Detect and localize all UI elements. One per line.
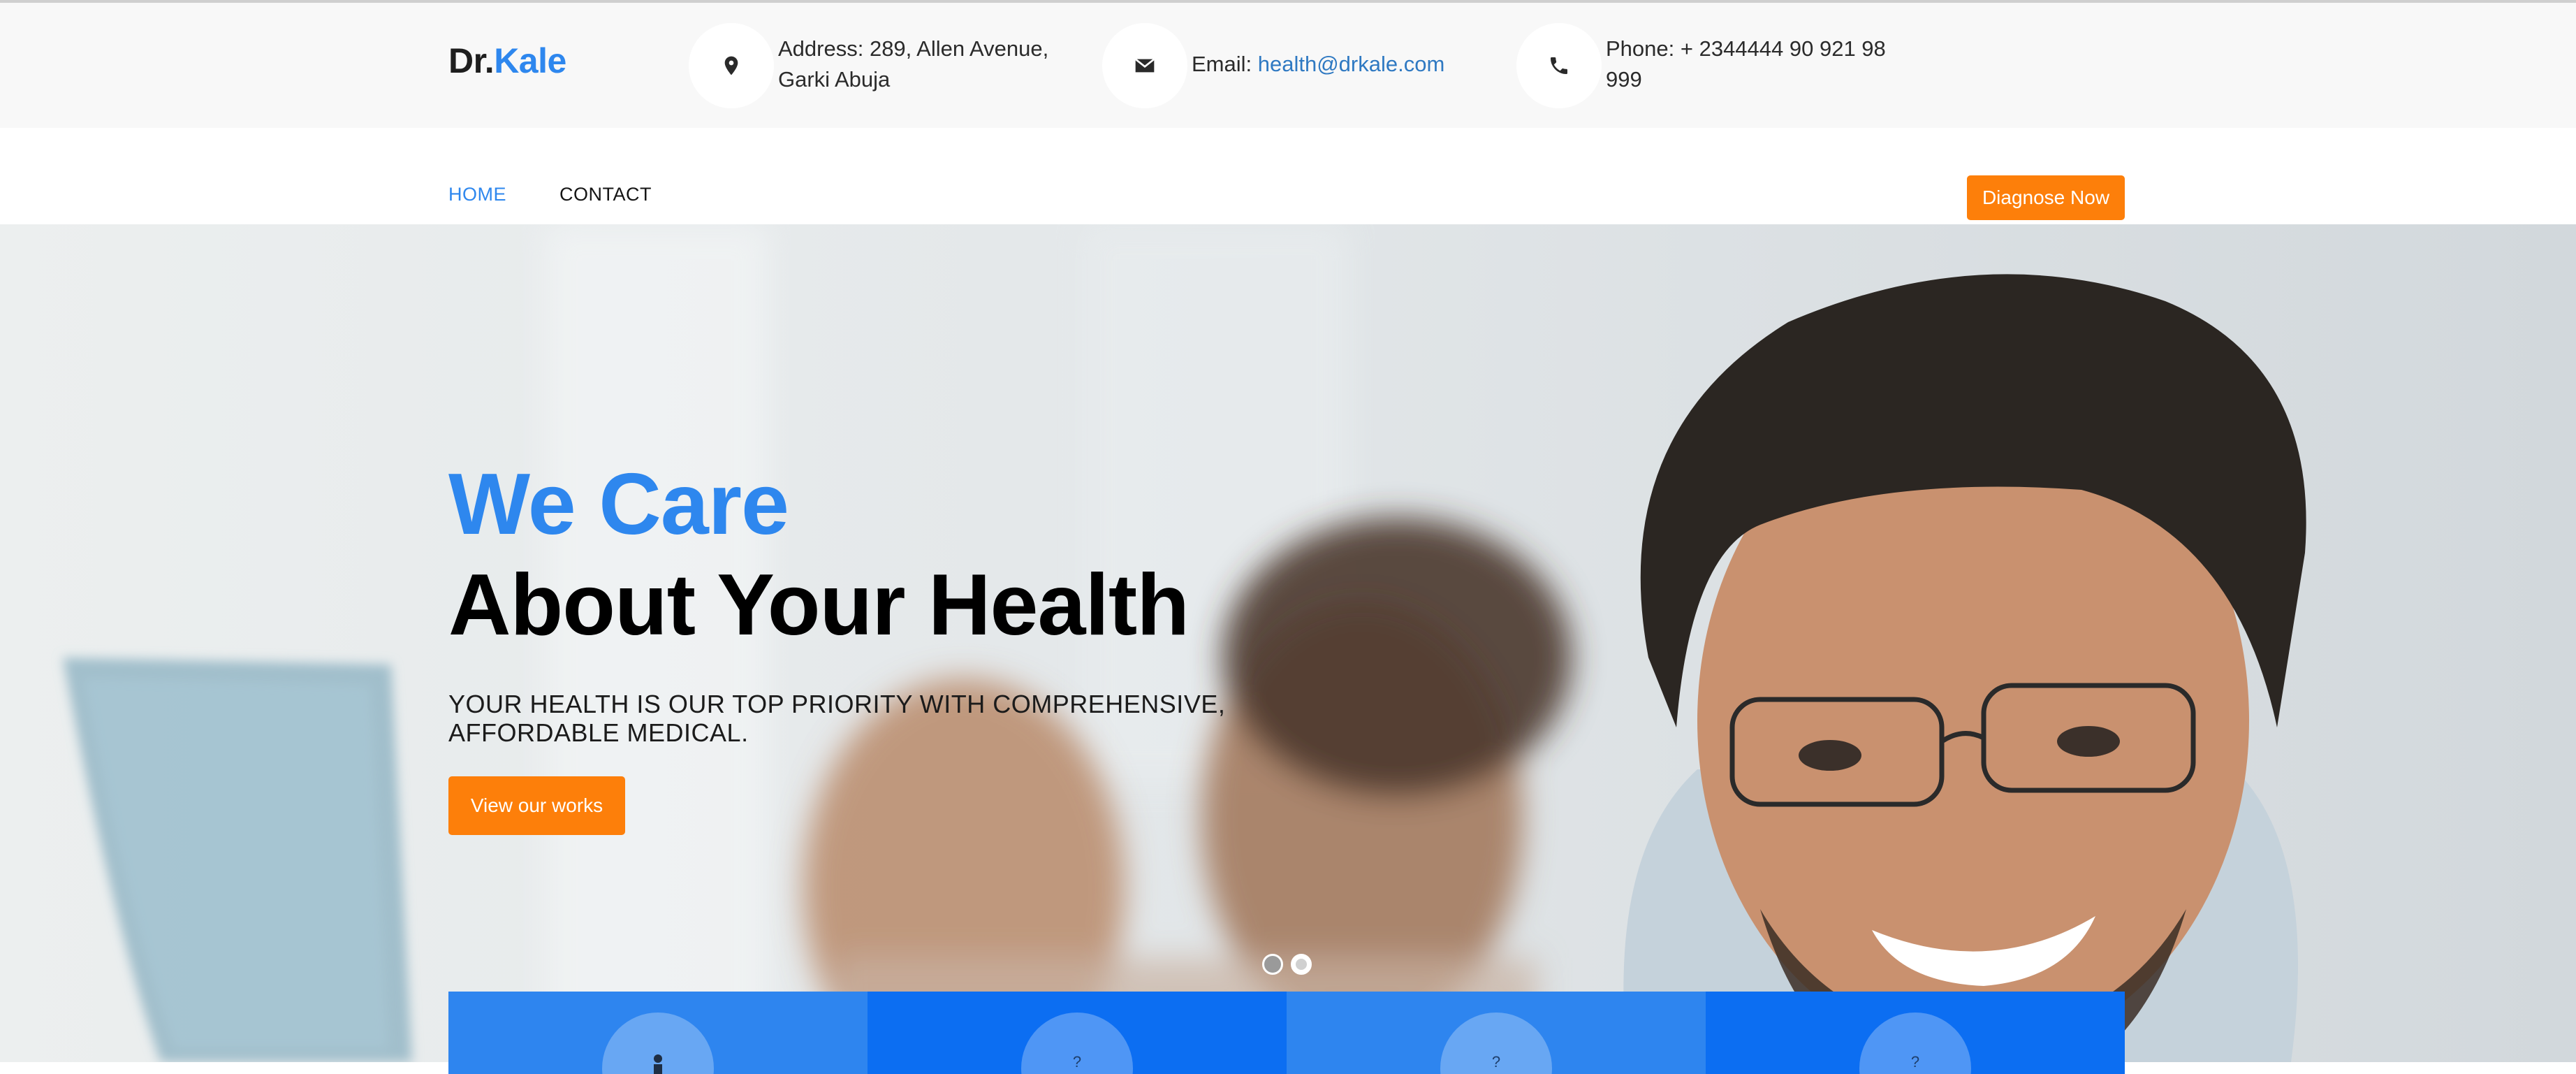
nav-item-contact[interactable]: CONTACT: [559, 184, 652, 205]
view-our-works-button[interactable]: View our works: [448, 776, 625, 835]
phone-icon: [1516, 23, 1602, 108]
email-label: Email:: [1192, 52, 1258, 76]
slider-dot-2-active[interactable]: [1291, 954, 1312, 975]
feature-strip: ? ? ?: [448, 992, 2125, 1074]
hero-subtitle-line-1: YOUR HEALTH IS OUR TOP PRIORITY WITH COM…: [448, 690, 1226, 718]
slider-dot-1[interactable]: [1262, 954, 1283, 975]
hero-subtitle: YOUR HEALTH IS OUR TOP PRIORITY WITH COM…: [448, 690, 1252, 747]
map-pin-icon: [689, 23, 774, 108]
contact-bar: Dr.Kale Address: 289, Allen Avenue, Gark…: [0, 3, 2576, 128]
hero-background-image: [0, 224, 2576, 1062]
nav-item-home[interactable]: HOME: [448, 184, 506, 205]
feature-card-4[interactable]: ?: [1706, 992, 2125, 1074]
feature-card-2[interactable]: ?: [868, 992, 1287, 1074]
hero-headline-accent: We Care: [448, 456, 789, 553]
feature-4-glyph: ?: [1910, 1053, 1920, 1071]
logo-name: Kale: [494, 41, 566, 80]
phone-line-1: Phone: + 2344444 90 921 98: [1606, 36, 1886, 61]
hero-subtitle-line-2: AFFORDABLE MEDICAL.: [448, 718, 749, 747]
feature-3-glyph: ?: [1491, 1053, 1501, 1071]
feature-2-glyph: ?: [1072, 1053, 1082, 1071]
question-icon: ?: [1440, 1013, 1552, 1074]
feature-card-3[interactable]: ?: [1287, 992, 1706, 1074]
main-nav: HOME CONTACT Diagnose Now: [0, 128, 2576, 224]
envelope-icon: [1102, 23, 1187, 108]
logo-prefix: Dr.: [448, 41, 495, 80]
email-link[interactable]: health@drkale.com: [1258, 52, 1445, 76]
question-icon: ?: [1021, 1013, 1133, 1074]
question-icon: ?: [1859, 1013, 1971, 1074]
diagnose-now-button[interactable]: Diagnose Now: [1967, 175, 2125, 220]
feature-card-1[interactable]: [448, 992, 868, 1074]
address-line-2: Garki Abuja: [778, 67, 891, 92]
person-icon: [602, 1013, 714, 1074]
phone-line-2: 999: [1606, 67, 1642, 92]
site-logo[interactable]: Dr.Kale: [448, 41, 566, 81]
hero-slider: We Care About Your Health YOUR HEALTH IS…: [0, 224, 2576, 1062]
address-line-1: Address: 289, Allen Avenue,: [778, 36, 1049, 61]
hero-headline-main: About Your Health: [448, 557, 1190, 653]
